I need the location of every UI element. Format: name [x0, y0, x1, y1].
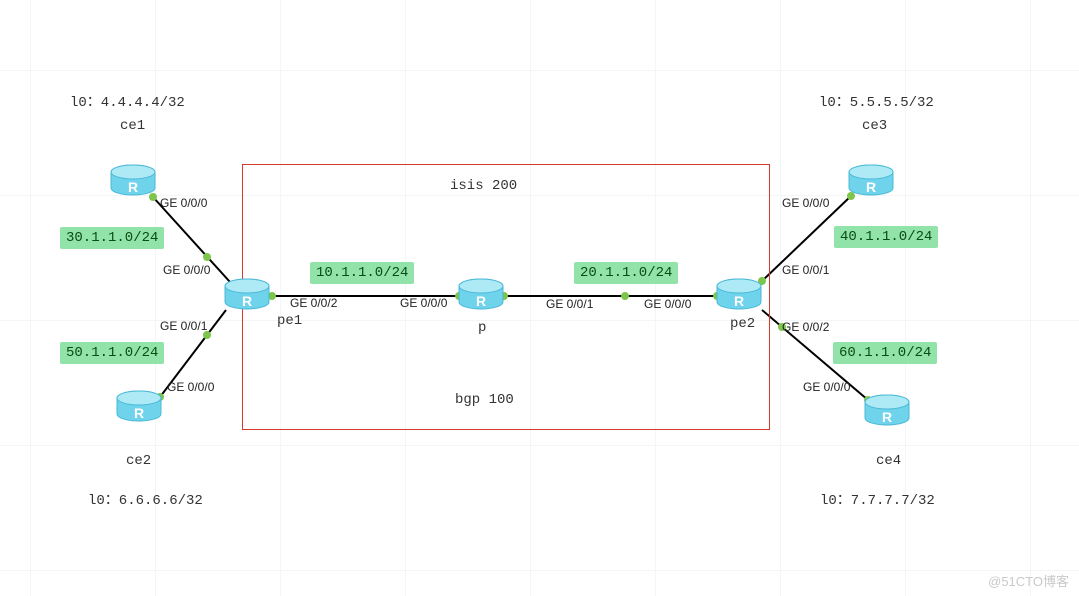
- p-name: p: [478, 320, 486, 336]
- router-pe2[interactable]: [716, 278, 762, 312]
- ce1-name: ce1: [120, 118, 145, 134]
- if-p-from-pe1: GE 0/0/0: [400, 296, 447, 310]
- ce2-name: ce2: [126, 453, 151, 469]
- subnet-p-pe2: 20.1.1.0/24: [574, 262, 678, 284]
- pe2-name: pe2: [730, 316, 755, 332]
- if-p-to-pe2: GE 0/0/1: [546, 297, 593, 311]
- if-pe1-to-p: GE 0/0/2: [290, 296, 337, 310]
- subnet-ce2-pe1: 50.1.1.0/24: [60, 342, 164, 364]
- subnet-pe1-p: 10.1.1.0/24: [310, 262, 414, 284]
- router-ce2[interactable]: [116, 390, 162, 424]
- if-ce1: GE 0/0/0: [160, 196, 207, 210]
- subnet-ce4-pe2: 60.1.1.0/24: [833, 342, 937, 364]
- pe1-name: pe1: [277, 313, 302, 329]
- if-pe1-to-ce2: GE 0/0/1: [160, 319, 207, 333]
- router-ce1[interactable]: [110, 164, 156, 198]
- ce4-name: ce4: [876, 453, 901, 469]
- if-ce3: GE 0/0/0: [782, 196, 829, 210]
- if-ce2: GE 0/0/0: [167, 380, 214, 394]
- if-pe1-to-ce1: GE 0/0/0: [163, 263, 210, 277]
- isis-label: isis 200: [450, 178, 517, 194]
- subnet-ce3-pe2: 40.1.1.0/24: [834, 226, 938, 248]
- ce2-loopback: l0：6.6.6.6/32: [88, 489, 203, 509]
- router-ce4[interactable]: [864, 394, 910, 428]
- bgp-label: bgp 100: [455, 392, 514, 408]
- if-pe2-to-ce3: GE 0/0/1: [782, 263, 829, 277]
- ce1-loopback: l0：4.4.4.4/32: [70, 91, 185, 111]
- ce4-loopback: l0：7.7.7.7/32: [820, 489, 935, 509]
- if-pe2-from-p: GE 0/0/0: [644, 297, 691, 311]
- if-pe2-to-ce4: GE 0/0/2: [782, 320, 829, 334]
- router-pe1[interactable]: [224, 278, 270, 312]
- subnet-ce1-pe1: 30.1.1.0/24: [60, 227, 164, 249]
- if-ce4: GE 0/0/0: [803, 380, 850, 394]
- ce3-loopback: l0：5.5.5.5/32: [819, 91, 934, 111]
- router-p[interactable]: [458, 278, 504, 312]
- ce3-name: ce3: [862, 118, 887, 134]
- watermark: @51CTO博客: [988, 571, 1069, 590]
- router-ce3[interactable]: [848, 164, 894, 198]
